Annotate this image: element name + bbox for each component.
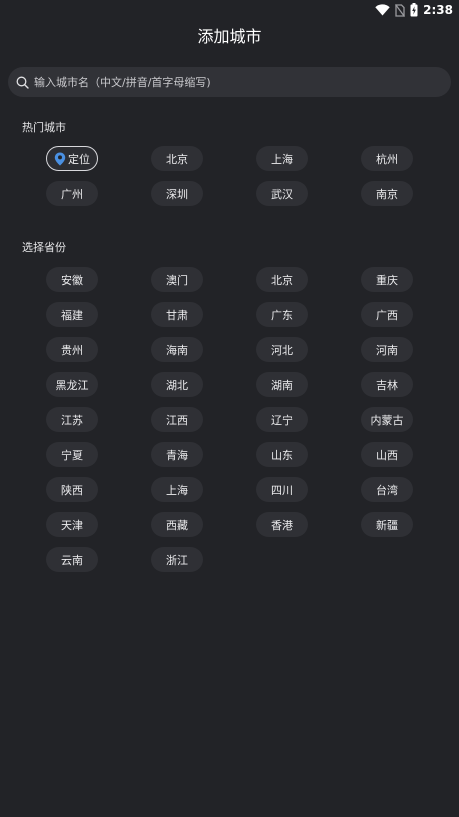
wifi-icon (375, 4, 390, 16)
clock-time: 2:38 (423, 3, 453, 17)
province-chip[interactable]: 内蒙古 (361, 407, 413, 432)
province-chip[interactable]: 台湾 (361, 477, 413, 502)
province-chip[interactable]: 北京 (256, 267, 308, 292)
province-chip[interactable]: 重庆 (361, 267, 413, 292)
province-chip[interactable]: 广西 (361, 302, 413, 327)
province-chip[interactable]: 新疆 (361, 512, 413, 537)
province-chip[interactable]: 黑龙江 (46, 372, 98, 397)
province-chip[interactable]: 湖北 (151, 372, 203, 397)
hot-cities-title: 热门城市 (22, 121, 66, 134)
sim-no-signal-icon (395, 3, 406, 17)
province-chip[interactable]: 香港 (256, 512, 308, 537)
search-input[interactable] (29, 67, 451, 97)
province-chip[interactable]: 海南 (151, 337, 203, 362)
page-title: 添加城市 (197, 27, 262, 46)
province-chip[interactable]: 辽宁 (256, 407, 308, 432)
hot-city-chip[interactable]: 北京 (151, 146, 203, 171)
status-icons: 2:38 (375, 2, 453, 18)
province-chip[interactable]: 天津 (46, 512, 98, 537)
province-chip[interactable]: 江苏 (46, 407, 98, 432)
provinces-grid: 安徽 澳门 北京 重庆 福建 甘肃 广东 广西 贵州 海南 河北 河南 黑龙江 … (46, 267, 414, 572)
battery-charging-icon (410, 3, 418, 17)
hot-city-chip[interactable]: 广州 (46, 181, 98, 206)
province-chip[interactable]: 云南 (46, 547, 98, 572)
province-chip[interactable]: 广东 (256, 302, 308, 327)
hot-city-chip[interactable]: 南京 (361, 181, 413, 206)
province-chip[interactable]: 上海 (151, 477, 203, 502)
hot-city-chip[interactable]: 深圳 (151, 181, 203, 206)
province-chip[interactable]: 安徽 (46, 267, 98, 292)
province-chip[interactable]: 湖南 (256, 372, 308, 397)
hot-city-chip[interactable]: 上海 (256, 146, 308, 171)
locate-label: 定位 (68, 152, 90, 166)
search-bar[interactable] (8, 67, 451, 97)
hot-city-chip[interactable]: 武汉 (256, 181, 308, 206)
search-icon (16, 76, 29, 89)
province-chip[interactable]: 陕西 (46, 477, 98, 502)
province-chip[interactable]: 江西 (151, 407, 203, 432)
province-chip[interactable]: 山西 (361, 442, 413, 467)
locate-button[interactable]: 定位 (46, 146, 98, 171)
status-bar: 2:38 (0, 0, 459, 20)
province-chip[interactable]: 河南 (361, 337, 413, 362)
province-chip[interactable]: 吉林 (361, 372, 413, 397)
hot-cities-grid: 定位 北京 上海 杭州 广州 深圳 武汉 南京 (46, 146, 414, 206)
hot-city-chip[interactable]: 杭州 (361, 146, 413, 171)
province-chip[interactable]: 宁夏 (46, 442, 98, 467)
province-chip[interactable]: 四川 (256, 477, 308, 502)
province-chip[interactable]: 西藏 (151, 512, 203, 537)
province-chip[interactable]: 澳门 (151, 267, 203, 292)
province-chip[interactable]: 青海 (151, 442, 203, 467)
province-chip[interactable]: 甘肃 (151, 302, 203, 327)
province-chip[interactable]: 河北 (256, 337, 308, 362)
province-chip[interactable]: 山东 (256, 442, 308, 467)
province-chip[interactable]: 浙江 (151, 547, 203, 572)
location-pin-icon (54, 152, 68, 166)
province-chip[interactable]: 贵州 (46, 337, 98, 362)
provinces-title: 选择省份 (22, 241, 66, 254)
province-chip[interactable]: 福建 (46, 302, 98, 327)
